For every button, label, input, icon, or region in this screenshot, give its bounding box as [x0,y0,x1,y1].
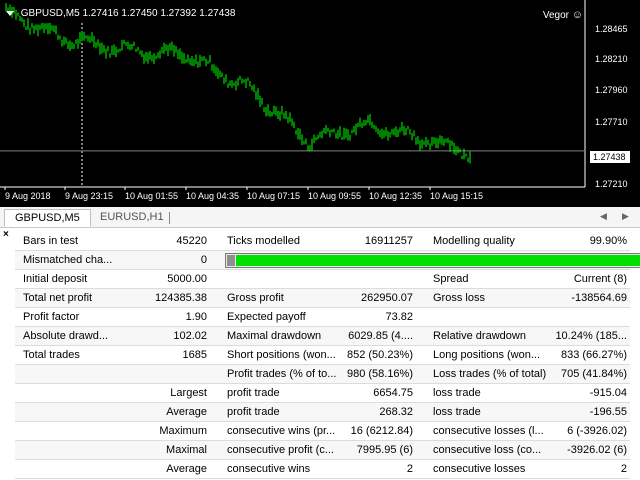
close-icon[interactable]: × [3,229,9,240]
label-max-consecutive-wins: consecutive wins (pr... [227,425,336,437]
value-initial-deposit: 5000.00 [167,273,207,285]
tab-gbpusd-m5[interactable]: GBPUSD,M5 [4,209,91,227]
label-largest-loss-trade: loss trade [433,387,481,399]
value-short-positions: 852 (50.23%) [346,349,413,361]
label-average: Average [166,406,207,418]
value-bars-in-test: 45220 [176,235,207,247]
chart-menu-triangle-icon[interactable] [6,10,14,16]
price-axis-tick: 1.27960 [595,85,628,95]
time-axis-tick: 10 Aug 07:15 [247,191,301,201]
label-maximum: Maximum [159,425,207,437]
progress-track [227,255,235,266]
price-axis-tick: 1.27710 [595,117,628,127]
time-axis-tick: 10 Aug 09:55 [308,191,362,201]
label-maximal-consecutive-profit: consecutive profit (c... [227,444,334,456]
value-max-consecutive-wins: 16 (6212.84) [350,425,413,437]
chart-tab-bar: GBPUSD,M5 EURUSD,H1 ◀ ▶ [0,207,640,228]
chart-header: GBPUSD,M5 1.27416 1.27450 1.27392 1.2743… [6,8,235,19]
strategy-report: × Bars in test 45220 Ticks modelled 1691… [0,229,640,480]
value-relative-drawdown: 10.24% (185... [555,330,627,342]
value-absolute-drawdown: 102.02 [173,330,207,342]
modelling-quality-bar [225,253,640,268]
tab-eurusd-h1[interactable]: EURUSD,H1 [90,209,174,227]
value-long-positions: 833 (66.27%) [560,349,627,361]
value-modelling-quality: 99.90% [589,235,627,247]
label-average-consecutive: Average [166,463,207,475]
progress-fill [236,255,640,266]
label-short-positions: Short positions (won... [227,349,336,361]
value-largest-profit-trade: 6654.75 [373,387,413,399]
time-axis-tick: 10 Aug 15:15 [430,191,484,201]
scroll-right-icon[interactable]: ▶ [622,211,629,222]
value-average-loss-trade: -196.55 [589,406,627,418]
value-maximal-drawdown: 6029.85 (4.... [348,330,413,342]
label-long-positions: Long positions (won... [433,349,541,361]
report-row: Bars in test 45220 Ticks modelled 169112… [15,232,630,251]
chart-ohlc-values: 1.27416 1.27450 1.27392 1.27438 [82,8,236,19]
indicator-name: Vegor [542,10,569,21]
value-max-consecutive-losses: 6 (-3926.02) [567,425,627,437]
report-row: Largest profit trade 6654.75 loss trade … [15,384,630,403]
label-modelling-quality: Modelling quality [433,235,515,247]
report-row: Average profit trade 268.32 loss trade -… [15,403,630,422]
indicator-label: Vegor ☺ [543,9,583,21]
price-axis-tick: 1.27210 [595,179,628,189]
value-maximal-consecutive-profit: 7995.95 (6) [356,444,413,456]
time-axis-tick: 10 Aug 01:55 [125,191,179,201]
value-total-trades: 1685 [182,349,207,361]
smiley-icon: ☺ [571,9,583,21]
report-row: Profit trades (% of to... 980 (58.16%) L… [15,365,630,384]
label-gross-loss: Gross loss [433,292,485,304]
label-largest: Largest [170,387,207,399]
time-axis-tick: 10 Aug 12:35 [369,191,423,201]
report-row: Total trades 1685 Short positions (won..… [15,346,630,365]
value-ticks-modelled: 16911257 [364,235,413,247]
label-average-consecutive-losses: consecutive losses [433,463,526,475]
value-loss-trades: 705 (41.84%) [560,368,627,380]
price-axis-tick: 1.28210 [595,54,628,64]
value-gross-loss: -138564.69 [571,292,627,304]
value-profit-trades: 980 (58.16%) [346,368,413,380]
value-gross-profit: 262950.07 [361,292,413,304]
value-profit-factor: 1.90 [185,311,207,323]
report-row: Absolute drawd... 102.02 Maximal drawdow… [15,327,630,346]
label-maximal-consecutive-loss: consecutive loss (co... [433,444,542,456]
value-spread: Current (8) [573,273,627,285]
label-average-loss-trade: loss trade [433,406,481,418]
report-row: Initial deposit 5000.00 Spread Current (… [15,270,630,289]
current-price-marker: 1.27438 [590,151,630,163]
label-profit-trades: Profit trades (% of to... [227,368,337,380]
time-axis-tick: 10 Aug 04:35 [186,191,240,201]
value-average-consecutive-wins: 2 [406,463,413,475]
label-relative-drawdown: Relative drawdown [433,330,526,342]
report-row: Maximal consecutive profit (c... 7995.95… [15,441,630,460]
price-axis-tick: 1.28465 [595,24,628,34]
label-loss-trades: Loss trades (% of total) [433,368,547,380]
label-spread: Spread [433,273,469,285]
scroll-left-icon[interactable]: ◀ [600,211,607,222]
report-row: Profit factor 1.90 Expected payoff 73.82 [15,308,630,327]
label-absolute-drawdown: Absolute drawd... [23,330,108,342]
value-total-net-profit: 124385.38 [155,292,207,304]
tab-divider [169,212,170,224]
value-largest-loss-trade: -915.04 [589,387,627,399]
label-maximal: Maximal [166,444,207,456]
report-row: Average consecutive wins 2 consecutive l… [15,460,630,479]
time-axis-tick: 9 Aug 23:15 [65,191,114,201]
report-row: Total net profit 124385.38 Gross profit … [15,289,630,308]
report-row: Maximum consecutive wins (pr... 16 (6212… [15,422,630,441]
time-axis-tick: 9 Aug 2018 [5,191,51,201]
price-chart[interactable]: GBPUSD,M5 1.27416 1.27450 1.27392 1.2743… [0,0,640,207]
value-expected-payoff: 73.82 [385,311,413,323]
value-mismatched-charts: 0 [200,254,207,266]
chart-canvas [0,0,586,190]
value-average-profit-trade: 268.32 [379,406,413,418]
value-average-consecutive-losses: 2 [620,463,627,475]
report-row: Mismatched cha... 0 [15,251,640,270]
label-max-consecutive-losses: consecutive losses (l... [433,425,544,437]
value-maximal-consecutive-loss: -3926.02 (6) [567,444,627,456]
chart-symbol-label: GBPUSD,M5 [20,8,80,19]
